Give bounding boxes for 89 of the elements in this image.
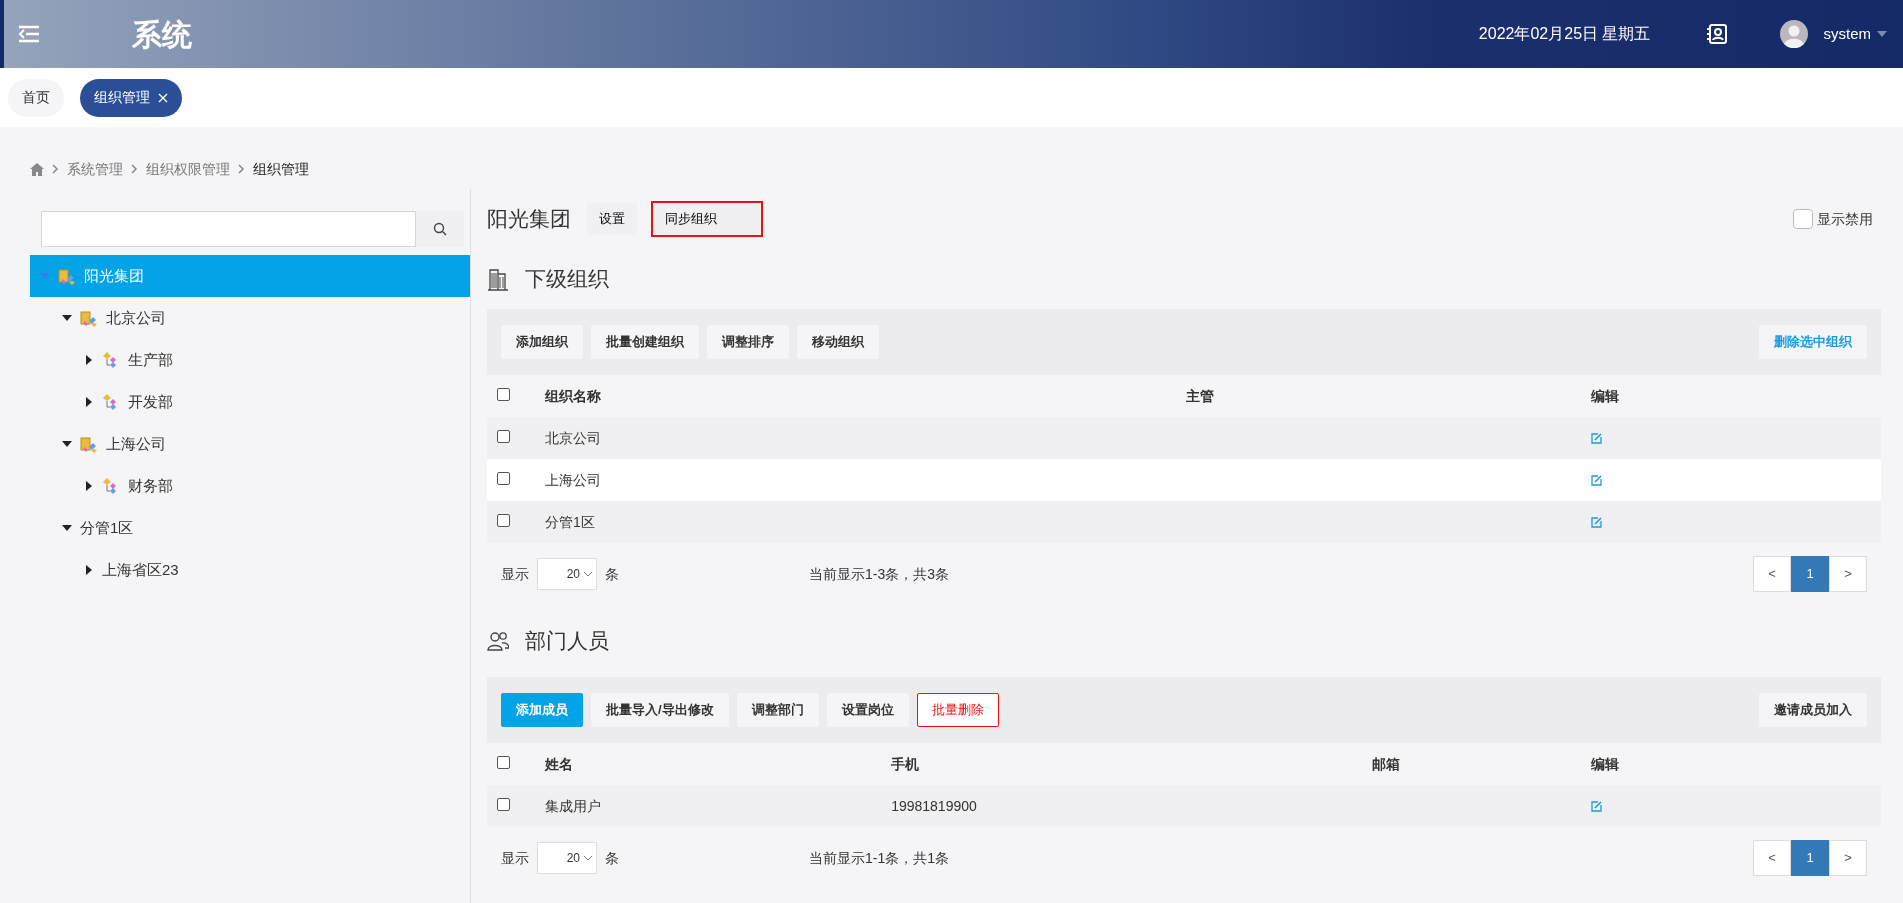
- prev-page-button[interactable]: <: [1753, 840, 1791, 876]
- next-page-button[interactable]: >: [1829, 556, 1867, 592]
- app-title: 系统: [132, 16, 192, 53]
- column-header: 手机: [881, 743, 1363, 785]
- chevron-down-icon: [584, 571, 592, 577]
- column-header: 编辑: [1581, 375, 1881, 417]
- collapsed-arrow-icon[interactable]: [84, 565, 94, 575]
- action-button[interactable]: 设置: [587, 203, 637, 235]
- toolbar-button[interactable]: 批量删除: [916, 693, 999, 727]
- toolbar-button[interactable]: 调整排序: [707, 325, 789, 359]
- toolbar-button[interactable]: 移动组织: [797, 325, 879, 359]
- expanded-arrow-icon[interactable]: [62, 523, 72, 533]
- edit-icon[interactable]: [1591, 801, 1602, 813]
- building-icon: [487, 267, 509, 291]
- org-title: 阳光集团: [487, 206, 571, 233]
- page-size-label: 显示: [501, 564, 529, 584]
- chevron-icon: [131, 164, 138, 174]
- tree-item[interactable]: 北京公司: [30, 297, 470, 339]
- search-field[interactable]: [41, 211, 416, 247]
- expanded-arrow-icon[interactable]: [62, 313, 72, 323]
- chevron-icon: [52, 164, 59, 174]
- tree-item[interactable]: 分管1区: [30, 507, 470, 549]
- tree-item[interactable]: 开发部: [30, 381, 470, 423]
- page-button[interactable]: 1: [1791, 556, 1829, 592]
- page-button[interactable]: 1: [1791, 840, 1829, 876]
- table-cell: 上海公司: [545, 471, 601, 488]
- page-size-unit: 条: [605, 848, 619, 868]
- user-name[interactable]: system: [1823, 22, 1871, 46]
- collapsed-arrow-icon[interactable]: [84, 397, 94, 407]
- table-cell: 北京公司: [545, 429, 601, 446]
- select-all-checkbox[interactable]: [497, 755, 510, 769]
- page-size-select[interactable]: 20: [537, 842, 597, 874]
- tree-item[interactable]: 生产部: [30, 339, 470, 381]
- toolbar-button[interactable]: 批量导入/导出修改: [591, 693, 729, 727]
- row-checkbox[interactable]: [497, 471, 510, 485]
- action-button[interactable]: 同步组织: [653, 203, 761, 235]
- page-size-unit: 条: [605, 564, 619, 584]
- tree-item[interactable]: 财务部: [30, 465, 470, 507]
- toolbar-button[interactable]: 邀请成员加入: [1759, 693, 1867, 727]
- company-icon: [80, 435, 98, 453]
- company-icon: [58, 267, 76, 285]
- toolbar-button[interactable]: 批量创建组织: [591, 325, 699, 359]
- breadcrumb-link[interactable]: 组织权限管理: [146, 158, 230, 180]
- row-checkbox[interactable]: [497, 797, 510, 811]
- company-icon: [80, 309, 98, 327]
- collapsed-arrow-icon[interactable]: [84, 481, 94, 491]
- tree-item[interactable]: 上海公司: [30, 423, 470, 465]
- toolbar-button[interactable]: 设置岗位: [826, 693, 909, 727]
- chevron-icon: [238, 164, 245, 174]
- table-cell: 分管1区: [545, 513, 595, 530]
- search-icon: [433, 222, 447, 236]
- table-cell: 19981819900: [891, 797, 977, 814]
- column-header: 编辑: [1581, 743, 1881, 785]
- page-tab[interactable]: 首页: [8, 78, 64, 117]
- page-size-label: 显示: [501, 848, 529, 868]
- home-icon[interactable]: [30, 162, 44, 176]
- edit-icon[interactable]: [1591, 433, 1602, 445]
- column-header: 组织名称: [535, 375, 1177, 417]
- page-tab[interactable]: 组织管理: [80, 78, 182, 117]
- section-title: 部门人员: [525, 628, 609, 655]
- breadcrumb-link[interactable]: 系统管理: [67, 158, 123, 180]
- column-header: 姓名: [535, 743, 882, 785]
- toolbar-button[interactable]: 添加组织: [501, 325, 583, 359]
- close-icon[interactable]: [158, 92, 168, 103]
- edit-icon[interactable]: [1591, 517, 1602, 529]
- row-checkbox[interactable]: [497, 513, 510, 527]
- column-header: 邮箱: [1362, 743, 1581, 785]
- select-all-checkbox[interactable]: [497, 387, 510, 401]
- column-header: 主管: [1176, 375, 1581, 417]
- contacts-icon[interactable]: [1706, 23, 1729, 45]
- pagination-summary: 当前显示1-3条，共3条: [809, 564, 950, 584]
- pagination-summary: 当前显示1-1条，共1条: [809, 848, 950, 868]
- chevron-down-icon: [584, 855, 592, 861]
- row-checkbox[interactable]: [497, 429, 510, 443]
- next-page-button[interactable]: >: [1829, 840, 1867, 876]
- page-size-select[interactable]: 20: [537, 558, 597, 590]
- edit-icon[interactable]: [1591, 475, 1602, 487]
- caret-icon[interactable]: [1877, 31, 1887, 37]
- section-title: 下级组织: [525, 266, 609, 293]
- table-cell: 集成用户: [545, 797, 601, 814]
- toolbar-button[interactable]: 调整部门: [736, 693, 819, 727]
- avatar-icon[interactable]: [1780, 20, 1809, 48]
- people-icon: [487, 629, 509, 653]
- menu-icon[interactable]: [18, 25, 40, 43]
- date-text: 2022年02月25日 星期五: [1478, 24, 1651, 44]
- prev-page-button[interactable]: <: [1753, 556, 1791, 592]
- expanded-arrow-icon[interactable]: [62, 439, 72, 449]
- tree-item[interactable]: 上海省区23: [30, 549, 470, 591]
- collapsed-arrow-icon[interactable]: [84, 355, 94, 365]
